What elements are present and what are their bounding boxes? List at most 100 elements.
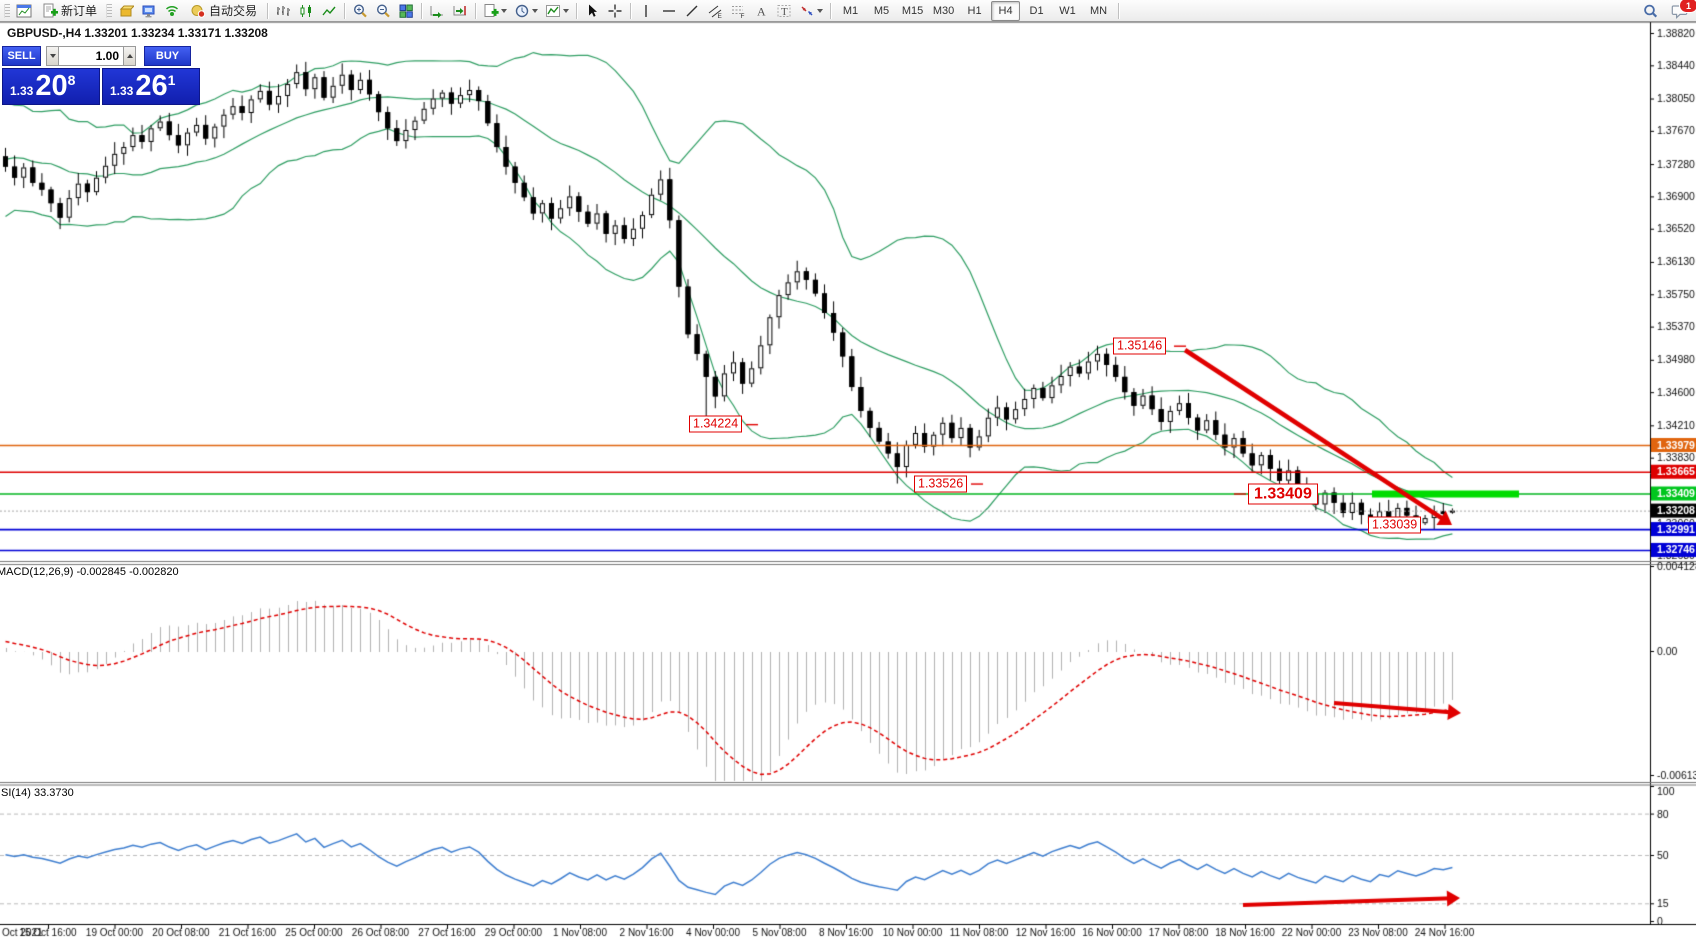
- triangle-down-icon: [50, 54, 56, 58]
- price-annotation[interactable]: 1.33039: [1368, 517, 1421, 534]
- mt4-window: { "toolbar": { "new_order_label": "新订单",…: [0, 0, 1696, 941]
- candle-chart-button[interactable]: [295, 1, 317, 21]
- tile-windows-icon: [398, 3, 414, 19]
- vertical-line-icon: [638, 3, 654, 19]
- chart-shift-icon: [452, 3, 468, 19]
- toolbar-separator: [267, 3, 268, 19]
- auto-scroll-icon: [429, 3, 445, 19]
- channel-button[interactable]: E: [704, 1, 726, 21]
- timeframe-button-w1[interactable]: W1: [1053, 1, 1082, 21]
- one-click-trading-panel: SELL BUY 1.33 20 8 1.33 26 1: [2, 46, 200, 105]
- chart-canvas[interactable]: [0, 0, 1696, 941]
- timeframe-button-mn[interactable]: MN: [1084, 1, 1113, 21]
- auto-trading-button[interactable]: 自动交易: [184, 1, 263, 21]
- sell-price-button[interactable]: 1.33 20 8: [2, 68, 100, 105]
- label-button[interactable]: T: [773, 1, 795, 21]
- toolbar-grip[interactable]: [106, 4, 112, 18]
- indicators-icon: [545, 3, 561, 19]
- price-annotation[interactable]: 1.35146: [1113, 337, 1166, 354]
- volume-input[interactable]: [59, 46, 123, 66]
- zoom-out-button[interactable]: [372, 1, 394, 21]
- timeframe-button-m15[interactable]: M15: [898, 1, 927, 21]
- auto-trading-icon: [190, 3, 206, 19]
- trendline-button[interactable]: [681, 1, 703, 21]
- timeframe-button-h4[interactable]: H4: [991, 1, 1020, 21]
- sell-price-main: 20: [35, 73, 67, 101]
- sell-button[interactable]: SELL: [2, 46, 41, 66]
- signal-icon: [164, 3, 180, 19]
- price-annotation[interactable]: 1.33526: [914, 475, 967, 492]
- text-label-icon: T: [776, 3, 792, 19]
- chart-title: GBPUSD-,H4 1.33201 1.33234 1.33171 1.332…: [7, 26, 268, 40]
- new-order-doc-icon: [483, 3, 499, 19]
- new-order-button[interactable]: 新订单: [36, 1, 103, 21]
- new-order-label: 新订单: [61, 2, 97, 19]
- timeframe-button-m1[interactable]: M1: [836, 1, 865, 21]
- buy-price-button[interactable]: 1.33 26 1: [102, 68, 200, 105]
- crosshair-icon: [607, 3, 623, 19]
- toolbar-separator: [475, 3, 476, 19]
- zoom-out-icon: [375, 3, 391, 19]
- notification-badge: 1: [1679, 0, 1696, 13]
- trendline-icon: [684, 3, 700, 19]
- timeframe-button-d1[interactable]: D1: [1022, 1, 1051, 21]
- volume-increase-button[interactable]: [123, 46, 136, 66]
- timeframe-button-m5[interactable]: M5: [867, 1, 896, 21]
- volume-decrease-button[interactable]: [46, 46, 59, 66]
- sell-price-prefix: 1.33: [10, 82, 33, 101]
- toolbar-separator: [576, 3, 577, 19]
- arrows-button[interactable]: [796, 1, 826, 21]
- svg-text:E: E: [718, 13, 723, 19]
- monitor-icon: [141, 3, 157, 19]
- bar-chart-button[interactable]: [272, 1, 294, 21]
- text-a-icon: A: [753, 3, 769, 19]
- triangle-up-icon: [127, 54, 133, 58]
- macd-label: MACD(12,26,9) -0.002845 -0.002820: [0, 566, 179, 578]
- timeframe-button-h1[interactable]: H1: [960, 1, 989, 21]
- fibonacci-icon: F: [730, 3, 746, 19]
- clock-icon: [514, 3, 530, 19]
- price-annotation[interactable]: 1.34224: [689, 416, 742, 433]
- tile-windows-button[interactable]: [395, 1, 417, 21]
- timeframe-button-m30[interactable]: M30: [929, 1, 958, 21]
- crosshair-button[interactable]: [604, 1, 626, 21]
- cursor-icon: [584, 3, 600, 19]
- fibonacci-button[interactable]: F: [727, 1, 749, 21]
- timeframe-bar: M1M5M15M30H1H4D1W1MN: [835, 1, 1114, 21]
- dropdown-caret-icon: [501, 9, 507, 13]
- chat-button[interactable]: 1: [1668, 1, 1692, 21]
- buy-price-main: 26: [135, 73, 167, 101]
- search-button[interactable]: [1639, 1, 1662, 21]
- cursor-button[interactable]: [581, 1, 603, 21]
- arrows-icon: [799, 3, 815, 19]
- timer-button[interactable]: [511, 1, 541, 21]
- buy-price-prefix: 1.33: [110, 82, 133, 101]
- signal-button[interactable]: [161, 1, 183, 21]
- svg-text:F: F: [741, 13, 745, 19]
- horizontal-line-button[interactable]: [658, 1, 680, 21]
- indicators-menu-button[interactable]: [542, 1, 572, 21]
- toolbar-separator: [630, 3, 631, 19]
- sell-price-pip: 8: [68, 72, 76, 88]
- svg-text:T: T: [781, 6, 788, 18]
- dropdown-caret-icon: [532, 9, 538, 13]
- auto-scroll-button[interactable]: [426, 1, 448, 21]
- toolbar-grip[interactable]: [4, 4, 10, 18]
- horizontal-line-icon: [661, 3, 677, 19]
- zoom-in-button[interactable]: [349, 1, 371, 21]
- auto-trading-label: 自动交易: [209, 2, 257, 19]
- new-order-menu-button[interactable]: [480, 1, 510, 21]
- rsi-label: SI(14) 33.3730: [1, 787, 74, 799]
- text-button[interactable]: A: [750, 1, 772, 21]
- market-watch-button[interactable]: [115, 1, 137, 21]
- toolbar: 新订单 自动交易: [0, 0, 1696, 22]
- vertical-line-button[interactable]: [635, 1, 657, 21]
- line-chart-button[interactable]: [318, 1, 340, 21]
- new-order-icon: [42, 3, 58, 19]
- chart-window-icon[interactable]: [13, 1, 35, 21]
- navigator-button[interactable]: [138, 1, 160, 21]
- gold-box-icon: [118, 3, 134, 19]
- price-annotation[interactable]: 1.33409: [1248, 483, 1318, 504]
- buy-button[interactable]: BUY: [144, 46, 191, 66]
- chart-shift-button[interactable]: [449, 1, 471, 21]
